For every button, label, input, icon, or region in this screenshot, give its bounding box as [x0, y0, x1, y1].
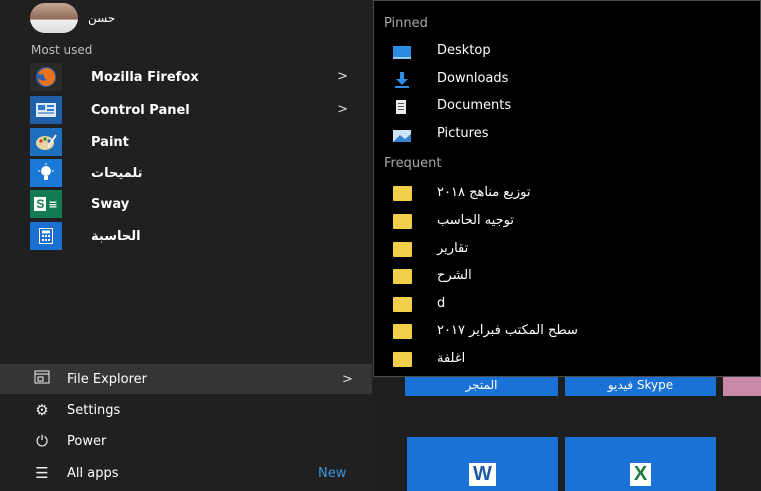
- chevron-right-icon[interactable]: >: [337, 69, 348, 84]
- store-tile[interactable]: المتجر: [405, 374, 558, 396]
- photos-tile[interactable]: [723, 374, 761, 396]
- desktop-icon: [393, 46, 411, 59]
- tips-icon: [30, 159, 62, 187]
- new-badge: New: [318, 465, 347, 481]
- jump-item-downloads[interactable]: Downloads: [374, 67, 760, 93]
- jump-item-folder[interactable]: توجيه الحاسب: [374, 209, 760, 235]
- pinned-label: Pinned: [384, 16, 428, 31]
- jump-item-label: Pictures: [437, 126, 489, 141]
- folder-icon: [393, 242, 412, 257]
- folder-icon: [393, 297, 412, 312]
- jump-item-label: Documents: [437, 98, 512, 113]
- jump-item-label: Desktop: [437, 43, 491, 58]
- file-explorer-item[interactable]: File Explorer >: [0, 364, 372, 394]
- jump-item-label: Downloads: [437, 71, 509, 86]
- app-item-label: Control Panel: [91, 102, 190, 118]
- app-item-firefox[interactable]: Mozilla Firefox >: [30, 63, 366, 91]
- pictures-icon: [393, 127, 411, 142]
- jump-item-label: اغلفة: [437, 351, 466, 366]
- user-account[interactable]: حسن: [30, 2, 115, 34]
- app-item-label: Mozilla Firefox: [91, 69, 199, 85]
- jump-item-label: توجيه الحاسب: [437, 213, 514, 228]
- power-label: Power: [67, 433, 107, 449]
- app-item-label: تلميحات: [91, 165, 143, 181]
- jump-item-folder[interactable]: d: [374, 292, 760, 318]
- word-tile[interactable]: W: [407, 437, 558, 491]
- app-item-label: Paint: [91, 134, 129, 150]
- app-item-sway[interactable]: S ≡ Sway: [30, 190, 366, 218]
- folder-icon: [393, 269, 412, 284]
- jump-item-desktop[interactable]: Desktop: [374, 39, 760, 65]
- power-icon: ⏻: [36, 432, 48, 450]
- folder-icon: [393, 324, 412, 339]
- store-tile-label: المتجر: [465, 378, 498, 392]
- chevron-right-icon[interactable]: >: [342, 372, 353, 387]
- app-item-tips[interactable]: تلميحات: [30, 159, 366, 187]
- app-item-control-panel[interactable]: Control Panel >: [30, 96, 366, 124]
- frequent-label: Frequent: [384, 156, 442, 171]
- list-icon: ☰: [35, 464, 49, 482]
- all-apps-item[interactable]: ☰ All apps New: [0, 458, 372, 488]
- jump-item-label: الشرح: [437, 268, 472, 283]
- excel-tile[interactable]: X: [565, 437, 716, 491]
- folder-icon: [393, 352, 412, 367]
- app-item-calculator[interactable]: الحاسبة: [30, 222, 366, 250]
- paint-icon: [30, 128, 62, 156]
- control-panel-icon: [30, 96, 62, 124]
- jump-item-folder[interactable]: سطح المكتب فبراير ٢٠١٧: [374, 319, 760, 345]
- most-used-label: Most used: [31, 43, 93, 57]
- jump-item-folder[interactable]: اغلفة: [374, 347, 760, 373]
- folder-icon: [393, 186, 412, 201]
- settings-label: Settings: [67, 402, 121, 418]
- skype-tile-label: فيديو Skype: [607, 378, 674, 392]
- all-apps-label: All apps: [67, 465, 119, 481]
- app-item-label: Sway: [91, 196, 130, 212]
- skype-tile[interactable]: فيديو Skype: [565, 374, 716, 396]
- power-item[interactable]: ⏻ Power: [0, 426, 372, 456]
- jump-item-label: تقارير: [437, 241, 469, 256]
- chevron-right-icon[interactable]: >: [337, 102, 348, 117]
- file-explorer-icon: [30, 370, 54, 388]
- jump-item-pictures[interactable]: Pictures: [374, 122, 760, 148]
- jump-item-label: d: [437, 296, 446, 311]
- jump-item-folder[interactable]: الشرح: [374, 264, 760, 290]
- file-explorer-label: File Explorer: [67, 371, 148, 387]
- app-item-paint[interactable]: Paint: [30, 128, 366, 156]
- downloads-icon: [393, 72, 411, 88]
- user-name: حسن: [88, 11, 116, 25]
- avatar: [30, 3, 78, 33]
- gear-icon: ⚙: [35, 401, 49, 419]
- jump-item-folder[interactable]: توزيع مناهج ٢٠١٨: [374, 181, 760, 207]
- jump-item-folder[interactable]: تقارير: [374, 237, 760, 263]
- app-item-label: الحاسبة: [91, 228, 141, 244]
- jump-item-label: سطح المكتب فبراير ٢٠١٧: [437, 323, 578, 338]
- settings-item[interactable]: ⚙ Settings: [0, 395, 372, 425]
- jump-list-panel: Pinned Desktop Downloads Documents Pictu…: [373, 0, 761, 377]
- jump-item-label: توزيع مناهج ٢٠١٨: [437, 185, 531, 200]
- sway-icon: S ≡: [30, 190, 62, 218]
- excel-icon: X: [629, 462, 652, 486]
- calculator-icon: [30, 222, 62, 250]
- jump-item-documents[interactable]: Documents: [374, 94, 760, 120]
- folder-icon: [393, 214, 412, 229]
- word-icon: W: [469, 462, 496, 486]
- firefox-icon: [30, 63, 62, 91]
- start-menu-left-column: حسن Most used Mozilla Firefox > Control …: [0, 0, 372, 491]
- documents-icon: [393, 99, 411, 114]
